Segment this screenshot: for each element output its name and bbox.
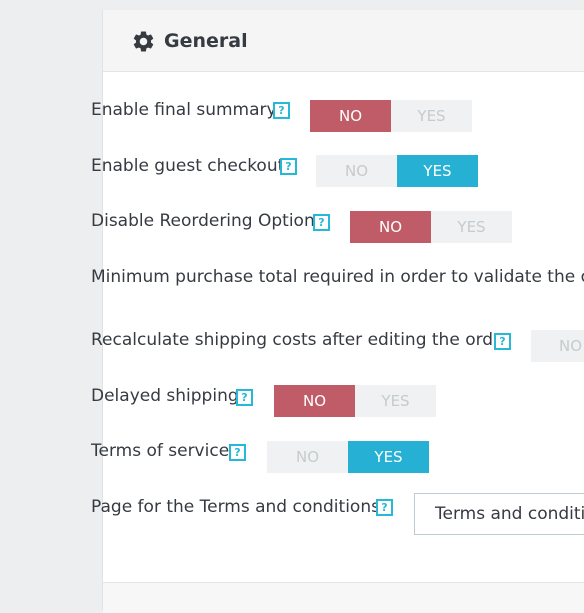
- switch-no-option[interactable]: NO: [316, 155, 397, 187]
- switch-no-option[interactable]: NO: [350, 211, 431, 243]
- setting-label: Minimum purchase total required in order…: [91, 267, 584, 287]
- final-summary-switch: NO YES: [310, 100, 472, 132]
- setting-label: Page for the Terms and conditions: [91, 497, 380, 517]
- help-icon[interactable]: ?: [313, 214, 330, 231]
- setting-label: Enable guest checkout: [91, 156, 285, 176]
- switch-yes-option[interactable]: YES: [391, 100, 472, 132]
- delayed-shipping-switch: NO YES: [274, 385, 436, 417]
- help-icon[interactable]: ?: [376, 499, 393, 516]
- gear-icon: [133, 31, 154, 52]
- setting-label: Delayed shipping: [91, 386, 239, 406]
- panel-footer: [103, 582, 584, 613]
- setting-label: Terms of service: [91, 441, 230, 461]
- setting-label: Disable Reordering Option: [91, 211, 315, 231]
- setting-label: Enable final summary: [91, 100, 277, 120]
- help-icon[interactable]: ?: [273, 102, 290, 119]
- setting-label: Recalculate shipping costs after editing…: [91, 330, 511, 350]
- disable-reordering-switch: NO YES: [350, 211, 512, 243]
- help-icon[interactable]: ?: [494, 333, 511, 350]
- switch-yes-option[interactable]: YES: [397, 155, 478, 187]
- terms-of-service-switch: NO YES: [267, 441, 429, 473]
- terms-page-select[interactable]: Terms and conditio: [414, 493, 584, 535]
- switch-no-option[interactable]: NO: [274, 385, 355, 417]
- help-icon[interactable]: ?: [229, 444, 246, 461]
- switch-yes-option[interactable]: YES: [355, 385, 436, 417]
- panel-title: General: [164, 30, 248, 52]
- help-icon[interactable]: ?: [280, 158, 297, 175]
- panel-header: General: [103, 10, 584, 72]
- help-icon[interactable]: ?: [236, 389, 253, 406]
- recalculate-shipping-switch: NO: [531, 330, 584, 362]
- switch-no-option[interactable]: NO: [310, 100, 391, 132]
- switch-yes-option[interactable]: YES: [348, 441, 429, 473]
- switch-no-option[interactable]: NO: [531, 330, 584, 362]
- guest-checkout-switch: NO YES: [316, 155, 478, 187]
- switch-no-option[interactable]: NO: [267, 441, 348, 473]
- switch-yes-option[interactable]: YES: [431, 211, 512, 243]
